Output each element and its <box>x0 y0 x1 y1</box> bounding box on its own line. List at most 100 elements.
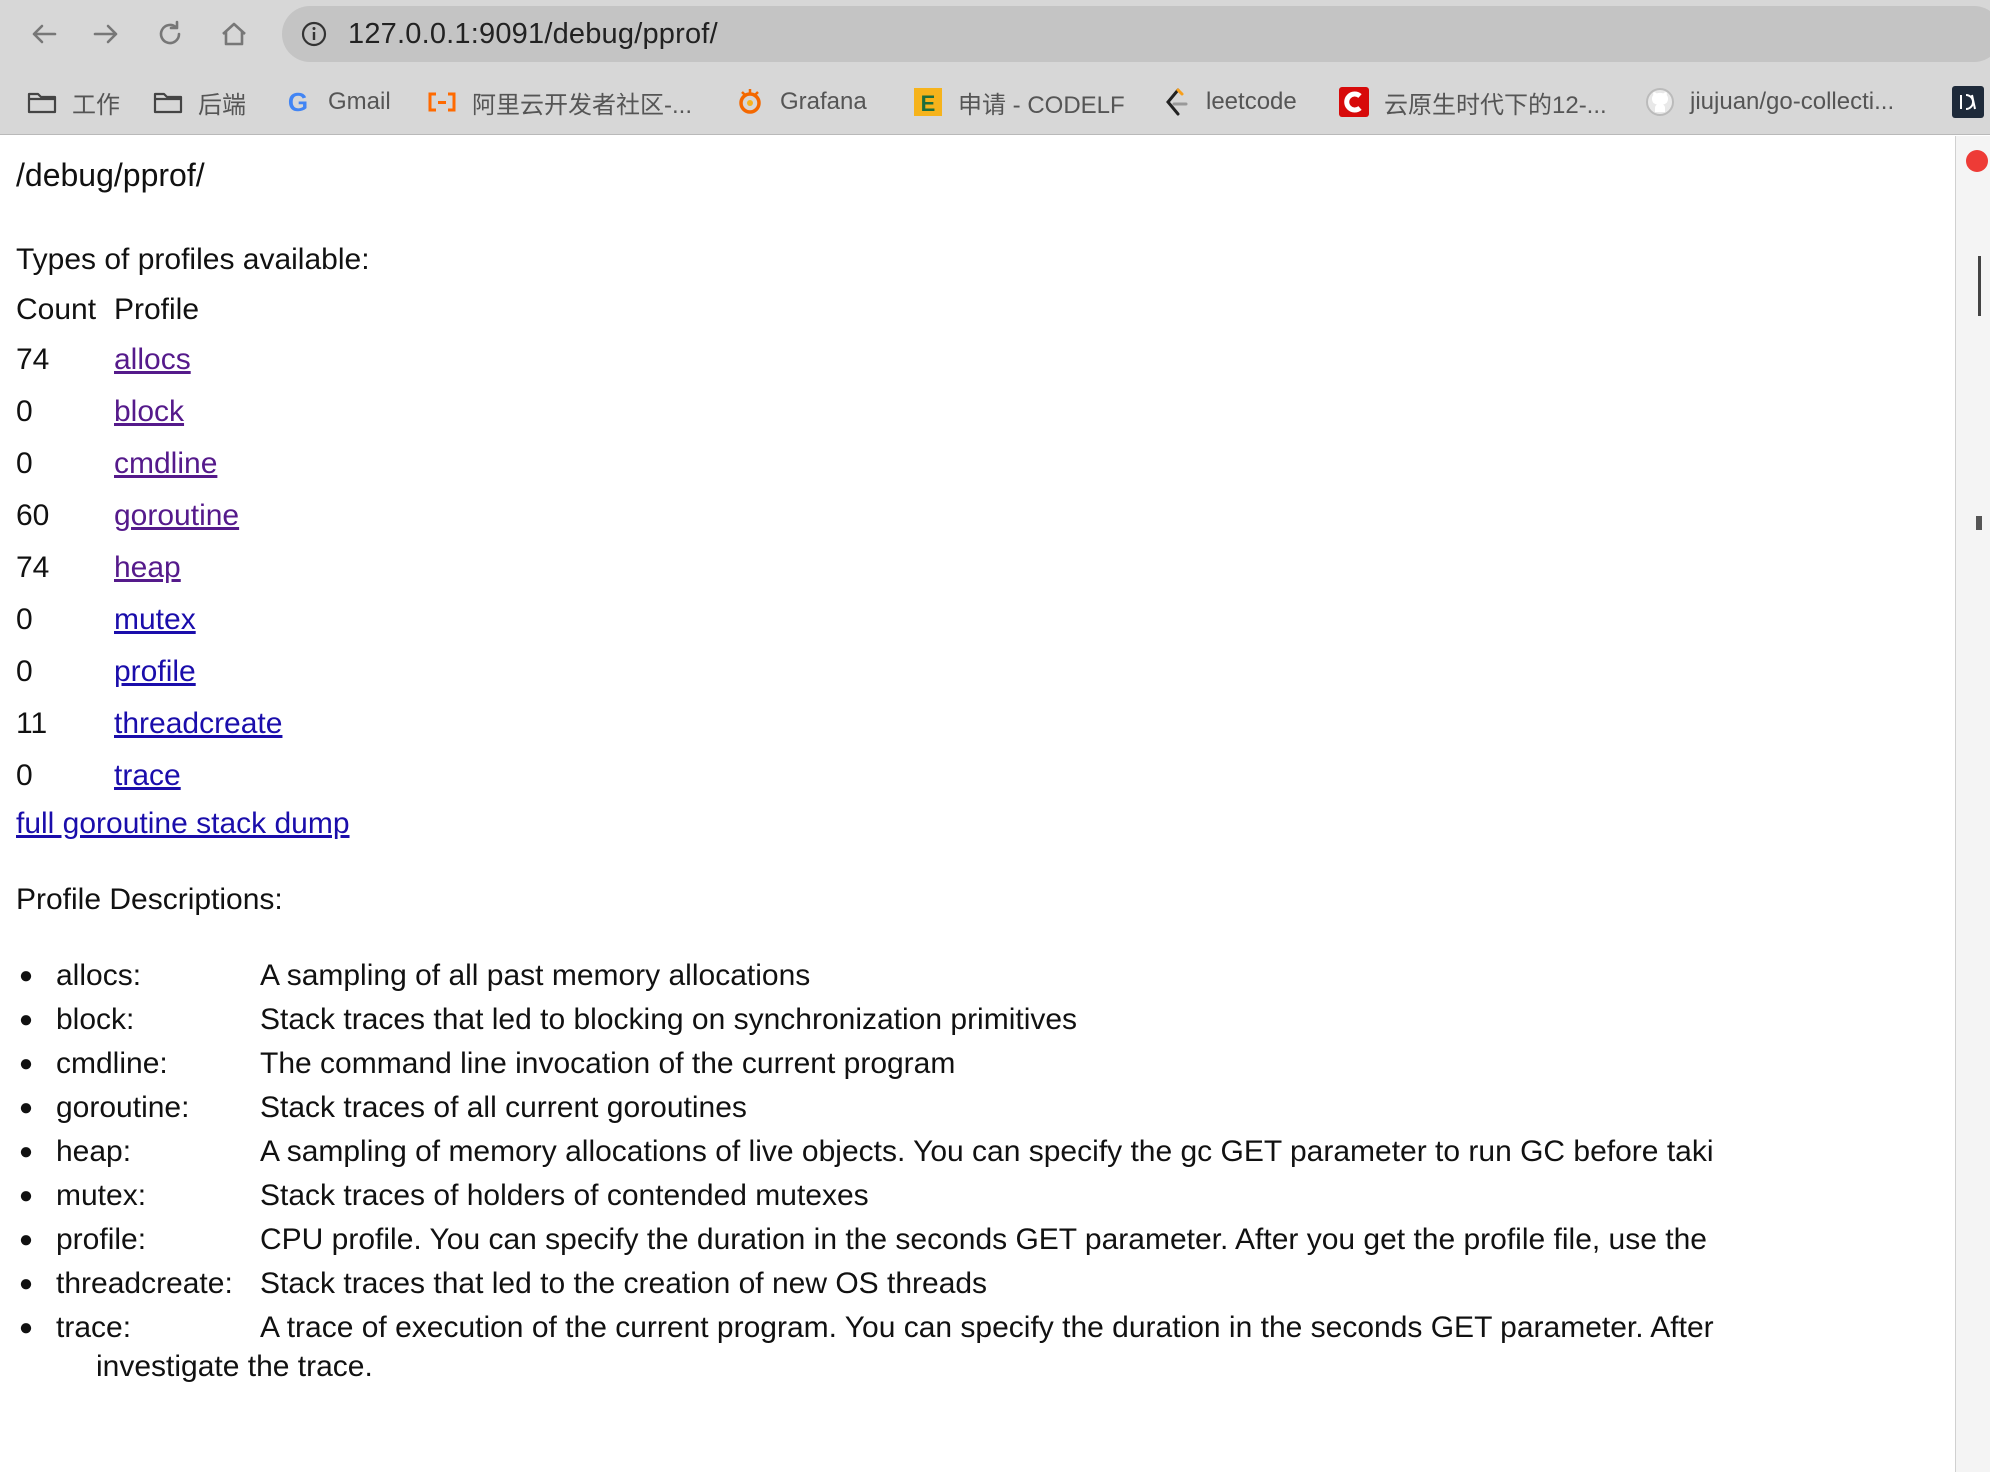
reload-button[interactable] <box>148 12 192 56</box>
table-row: 0 trace <box>16 750 282 802</box>
profile-count: 0 <box>16 603 33 636</box>
bookmark-overflow[interactable] <box>1952 82 1990 122</box>
description-text: The command line invocation of the curre… <box>260 1047 956 1080</box>
table-row: 0 block <box>16 386 282 438</box>
bookmark-gongzuo[interactable]: 工作 <box>26 82 120 122</box>
bullet-icon: ● <box>18 1006 34 1033</box>
table-row: 60 goroutine <box>16 490 282 542</box>
bookmark-label: Gmail <box>328 88 391 115</box>
description-text: Stack traces that led to the creation of… <box>260 1267 988 1300</box>
red-dot-icon[interactable] <box>1966 150 1988 172</box>
bookmark-houduan[interactable]: 后端 <box>152 82 246 122</box>
profile-link-mutex[interactable]: mutex <box>114 603 196 636</box>
description-text: A trace of execution of the current prog… <box>260 1311 1714 1344</box>
folder-icon <box>26 86 58 118</box>
navigation-bar: 127.0.0.1:9091/debug/pprof/ <box>0 0 1990 70</box>
profile-count: 74 <box>16 343 50 376</box>
trace-description-continuation: investigate the trace. <box>96 1350 373 1383</box>
bookmark-label: jiujuan/go-collecti... <box>1690 88 1895 115</box>
svg-text:G: G <box>288 87 308 117</box>
browser-chrome: 127.0.0.1:9091/debug/pprof/ 工作 后端 G Gmai… <box>0 0 1990 135</box>
description-name: profile: <box>56 1223 147 1256</box>
count-header: Count <box>16 293 97 326</box>
profile-link-allocs[interactable]: allocs <box>114 343 191 376</box>
folder-icon <box>152 86 184 118</box>
bullet-icon: ● <box>18 1182 34 1209</box>
bullet-icon: ● <box>18 1314 34 1341</box>
bookmark-grafana[interactable]: Grafana <box>734 82 867 122</box>
description-name: trace: <box>56 1311 132 1344</box>
table-row: 11 threadcreate <box>16 698 282 750</box>
description-name: heap: <box>56 1135 132 1168</box>
description-text: Stack traces of all current goroutines <box>260 1091 747 1124</box>
profile-count: 60 <box>16 499 50 532</box>
bookmark-label: leetcode <box>1206 88 1297 115</box>
profile-link-profile[interactable]: profile <box>114 655 196 688</box>
profile-count: 0 <box>16 759 33 792</box>
profile-count: 74 <box>16 551 50 584</box>
profile-count: 0 <box>16 655 33 688</box>
bookmark-github[interactable]: jiujuan/go-collecti... <box>1644 82 1894 122</box>
profile-link-cmdline[interactable]: cmdline <box>114 447 217 480</box>
list-item: ● cmdline: The command line invocation of … <box>19 1042 1955 1086</box>
github-icon <box>1644 86 1676 118</box>
types-heading: Types of profiles available: <box>16 243 370 276</box>
profile-link-threadcreate[interactable]: threadcreate <box>114 707 282 740</box>
bookmark-leetcode[interactable]: leetcode <box>1160 82 1297 122</box>
list-item: ● mutex: Stack traces of holders of conten… <box>19 1174 1955 1218</box>
table-row: 74 allocs <box>16 334 282 386</box>
list-item: ● threadcreate: Stack traces that led to t… <box>19 1262 1955 1306</box>
bookmark-gmail[interactable]: G Gmail <box>282 82 391 122</box>
list-item: ● block: Stack traces that led to blocking… <box>19 998 1955 1042</box>
home-icon <box>222 22 246 46</box>
table-row: 74 heap <box>16 542 282 594</box>
table-row: 0 cmdline <box>16 438 282 490</box>
app-icon <box>1952 86 1984 118</box>
list-item: ● heap: A sampling of memory allocations o… <box>19 1130 1955 1174</box>
description-name: mutex: <box>56 1179 147 1212</box>
url-text: 127.0.0.1:9091/debug/pprof/ <box>348 18 718 50</box>
description-text: CPU profile. You can specify the duratio… <box>260 1223 1707 1256</box>
home-button[interactable] <box>212 12 256 56</box>
bookmark-label: 工作 <box>72 91 120 119</box>
table-header-row: Count Profile <box>16 286 282 334</box>
description-name: threadcreate: <box>56 1267 233 1300</box>
bookmark-label: 后端 <box>198 91 246 119</box>
side-tick-icon <box>1976 516 1982 530</box>
google-icon: G <box>282 86 314 118</box>
list-item: ● goroutine: Stack traces of all current g… <box>19 1086 1955 1130</box>
descriptions-list: ● allocs: A sampling of all past memory al… <box>19 954 1955 1350</box>
leetcode-icon <box>1160 86 1192 118</box>
profile-link-goroutine[interactable]: goroutine <box>114 499 239 532</box>
bullet-icon: ● <box>18 1050 34 1077</box>
list-item: ● trace: A trace of execution of the curre… <box>19 1306 1955 1350</box>
back-button[interactable] <box>22 12 66 56</box>
side-panel-strip[interactable] <box>1955 136 1990 1472</box>
table-row: 0 profile <box>16 646 282 698</box>
profile-link-trace[interactable]: trace <box>114 759 181 792</box>
bullet-icon: ● <box>18 1094 34 1121</box>
description-text: A sampling of all past memory allocation… <box>260 959 811 992</box>
bullet-icon: ● <box>18 1270 34 1297</box>
full-goroutine-dump-link[interactable]: full goroutine stack dump <box>16 806 350 842</box>
address-bar[interactable]: 127.0.0.1:9091/debug/pprof/ <box>282 6 1990 62</box>
profile-header: Profile <box>114 293 200 326</box>
profile-link-block[interactable]: block <box>114 395 184 428</box>
table-row: 0 mutex <box>16 594 282 646</box>
forward-button[interactable] <box>84 12 128 56</box>
profile-count: 11 <box>16 707 48 740</box>
info-icon[interactable] <box>300 20 328 48</box>
descriptions-heading: Profile Descriptions: <box>16 883 283 916</box>
description-name: block: <box>56 1003 135 1036</box>
description-name: goroutine: <box>56 1091 190 1124</box>
bookmark-aliyun[interactable]: 阿里云开发者社区-... <box>426 82 692 122</box>
bookmark-codelf[interactable]: E 申请 - CODELF <box>912 82 1125 122</box>
bookmark-csdn[interactable]: 云原生时代下的12-... <box>1338 82 1607 122</box>
bookmarks-bar: 工作 后端 G Gmail 阿里云开发者社区-... Grafana E 申请 … <box>0 74 1990 130</box>
bookmark-label: 云原生时代下的12-... <box>1384 91 1607 119</box>
description-name: cmdline: <box>56 1047 168 1080</box>
description-text: A sampling of memory allocations of live… <box>260 1135 1714 1168</box>
profile-link-heap[interactable]: heap <box>114 551 181 584</box>
reload-icon <box>159 20 181 45</box>
grafana-icon <box>734 86 766 118</box>
